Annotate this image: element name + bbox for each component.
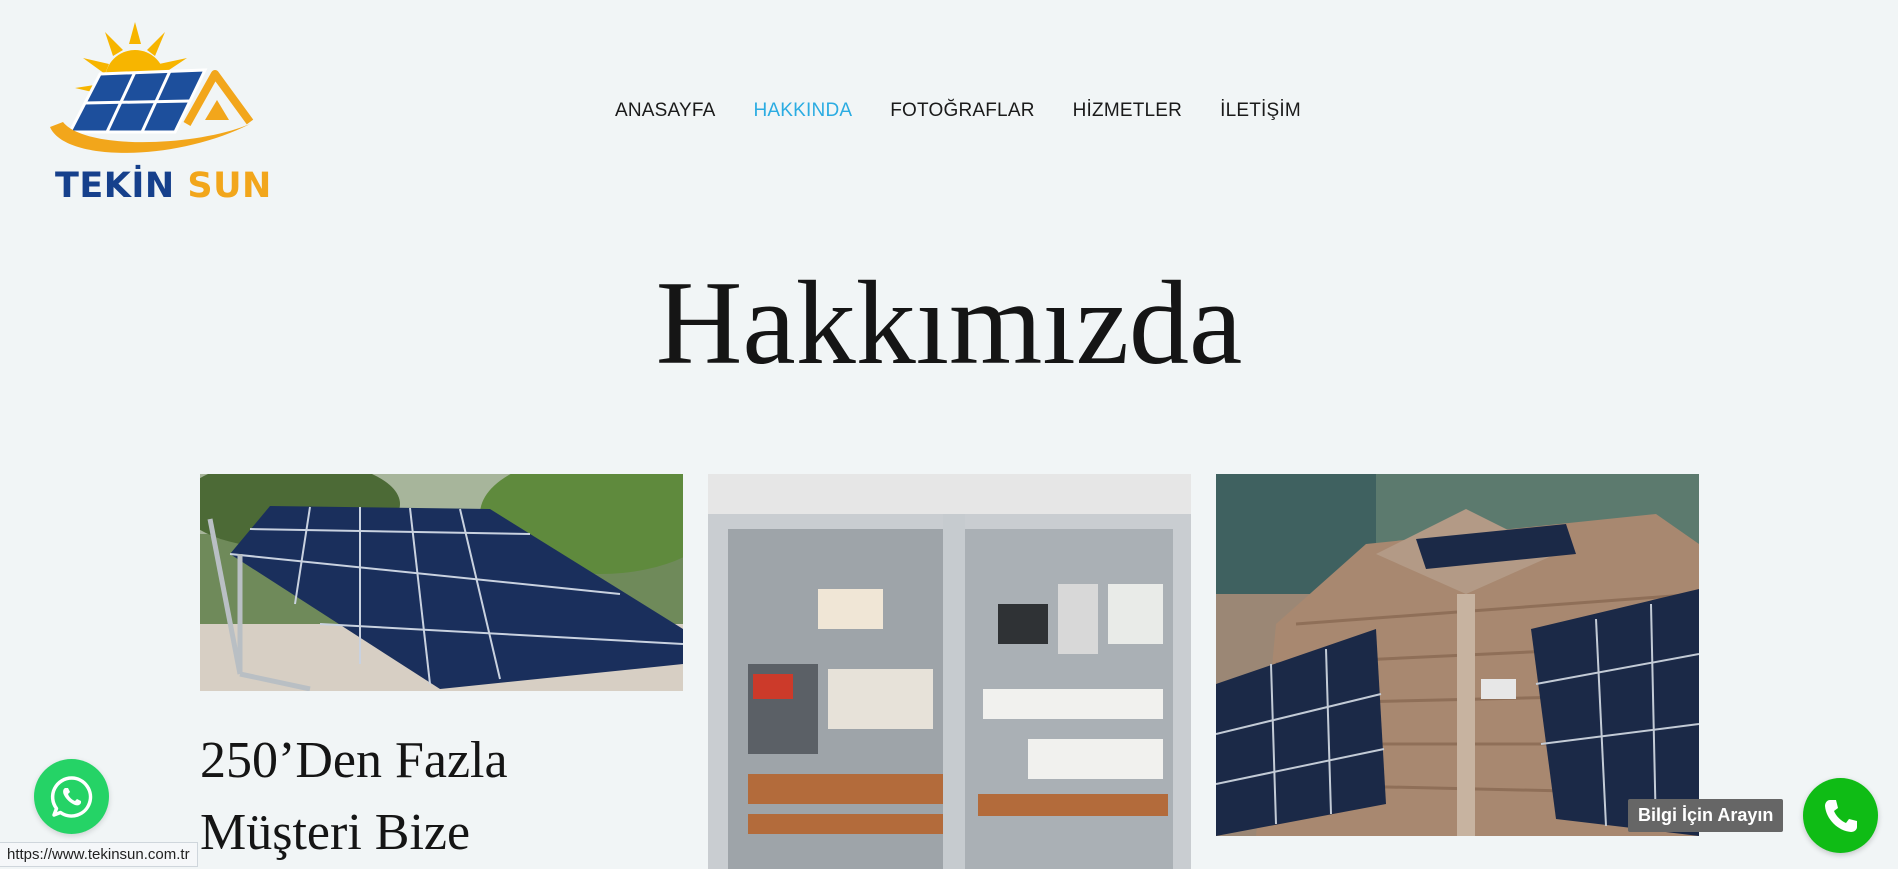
sun-house-logo-icon bbox=[50, 22, 254, 153]
brand-wordmark: TEKİN SUN bbox=[55, 166, 272, 206]
nav-item-anasayfa[interactable]: ANASAYFA bbox=[615, 100, 716, 122]
whatsapp-icon bbox=[50, 775, 92, 818]
brand-name-part1: TEKİN bbox=[55, 166, 175, 206]
solar-panels-ground-mount-photo bbox=[200, 474, 683, 691]
status-bar-url: https://www.tekinsun.com.tr bbox=[0, 842, 198, 867]
call-button[interactable] bbox=[1803, 778, 1878, 853]
whatsapp-button[interactable] bbox=[34, 759, 109, 834]
site-logo[interactable]: TEKİN SUN bbox=[45, 22, 271, 207]
nav-item-fotograflar[interactable]: FOTOĞRAFLAR bbox=[890, 100, 1034, 122]
main-nav: ANASAYFA HAKKINDA FOTOĞRAFLAR HİZMETLER … bbox=[615, 100, 1339, 122]
call-info-label[interactable]: Bilgi İçin Arayın bbox=[1628, 799, 1784, 832]
customer-count-headline: 250’Den Fazla Müşteri Bize bbox=[200, 725, 660, 869]
nav-item-iletisim[interactable]: İLETİŞİM bbox=[1220, 100, 1301, 122]
rooftop-solar-panels-photo bbox=[1216, 474, 1699, 836]
phone-icon bbox=[1824, 799, 1857, 832]
page-title: Hakkımızda bbox=[655, 256, 1243, 389]
headline-line-1: 250’Den Fazla bbox=[200, 732, 508, 789]
electrical-panel-photo bbox=[708, 474, 1191, 869]
nav-item-hakkinda[interactable]: HAKKINDA bbox=[754, 100, 853, 122]
headline-line-2: Müşteri Bize bbox=[200, 804, 471, 861]
nav-item-hizmetler[interactable]: HİZMETLER bbox=[1073, 100, 1182, 122]
brand-name-part2: SUN bbox=[187, 166, 272, 206]
